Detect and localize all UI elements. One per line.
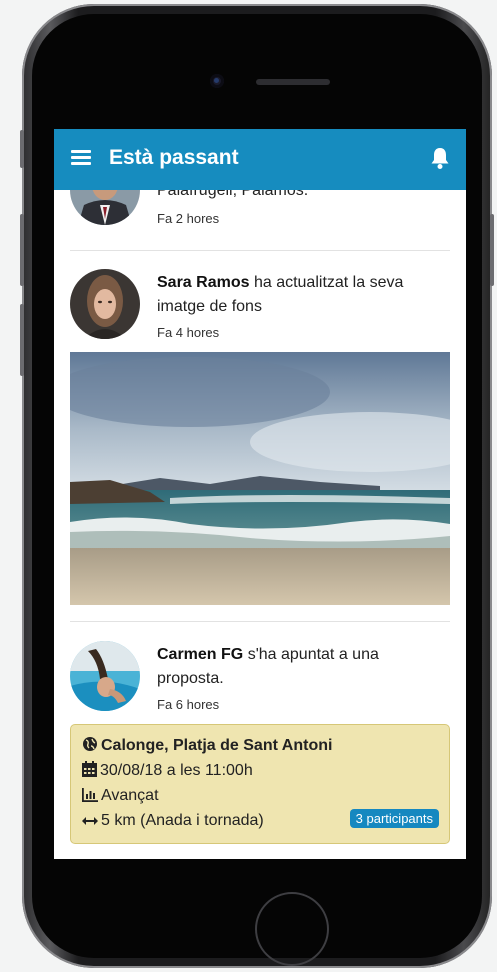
proposal-datetime: 30/08/18 a les 11:00h	[100, 762, 253, 779]
divider	[70, 250, 450, 251]
proposal-distance: 5 km (Anada i tornada)	[101, 812, 264, 829]
post-time: Fa 4 hores	[157, 325, 220, 340]
bell-icon[interactable]	[429, 146, 451, 170]
avatar	[70, 190, 140, 225]
proposal-level: Avançat	[101, 787, 159, 804]
app-screen: Està passant Palafrugell, Palamós. Fa 2 …	[54, 129, 466, 859]
proposal-distance-row: 5 km (Anada i tornada)	[82, 810, 264, 832]
post-time: Fa 6 hores	[157, 697, 220, 712]
feed-post[interactable]: Palafrugell, Palamós. Fa 2 hores	[70, 190, 450, 226]
avatar	[70, 641, 140, 711]
power-button	[490, 214, 494, 286]
feed: Palafrugell, Palamós. Fa 2 hores Sara Ra…	[54, 190, 466, 859]
app-bar: Està passant	[54, 129, 466, 190]
post-text: Palafrugell, Palamós.	[157, 190, 309, 199]
post-time: Fa 2 hores	[157, 211, 220, 226]
divider	[70, 621, 450, 622]
post-author[interactable]: Carmen FG	[157, 646, 243, 663]
earpiece-speaker	[256, 79, 330, 85]
globe-icon	[83, 737, 97, 751]
volume-up-button	[20, 214, 24, 286]
proposal-level-row: Avançat	[82, 785, 159, 807]
post-text: Sara Ramos ha actualitzat la seva imatge…	[157, 271, 437, 319]
page-title: Està passant	[109, 146, 239, 169]
home-button[interactable]	[255, 892, 329, 966]
avatar	[70, 269, 140, 339]
menu-icon[interactable]	[71, 150, 91, 166]
mute-switch	[20, 130, 24, 168]
post-author[interactable]: Sara Ramos	[157, 274, 250, 291]
proposal-datetime-row: 30/08/18 a les 11:00h	[82, 760, 253, 782]
volume-down-button	[20, 304, 24, 376]
chart-icon	[82, 788, 98, 802]
feed-post[interactable]: Sara Ramos ha actualitzat la seva imatge…	[70, 269, 450, 340]
calendar-icon	[82, 761, 97, 777]
feed-post[interactable]: Carmen FG s'ha apuntat a una proposta. F…	[70, 641, 450, 712]
post-text: Carmen FG s'ha apuntat a una proposta.	[157, 643, 437, 691]
post-image[interactable]	[70, 352, 450, 605]
proposal-location: Calonge, Platja de Sant Antoni	[101, 737, 333, 754]
proposal-location-row: Calonge, Platja de Sant Antoni	[82, 735, 332, 757]
proposal-card[interactable]: Calonge, Platja de Sant Antoni 30/08/18 …	[70, 724, 450, 844]
participants-badge[interactable]: 3 participants	[349, 809, 439, 828]
arrows-horizontal-icon	[82, 817, 98, 825]
front-camera	[210, 74, 224, 88]
